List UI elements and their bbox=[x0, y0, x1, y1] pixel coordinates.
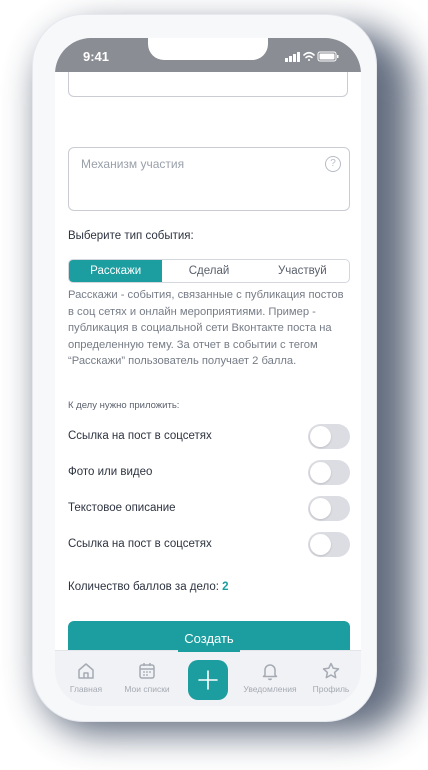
bell-icon bbox=[262, 664, 278, 681]
attach-label: К делу нужно приложить: bbox=[68, 400, 180, 411]
tab-uchastvuy[interactable]: Участвуй bbox=[256, 260, 349, 282]
plus-icon bbox=[198, 670, 218, 690]
signal-icon bbox=[285, 52, 300, 62]
attachment-row: Ссылка на пост в соцсетях bbox=[68, 532, 350, 558]
wifi-icon bbox=[303, 51, 315, 61]
event-type-description: Расскажи - события, связанные с публикац… bbox=[68, 289, 344, 367]
tab-profile[interactable]: Профиль bbox=[301, 651, 361, 694]
event-type-selector: Расскажи Сделай Участвуй bbox=[68, 259, 350, 283]
mechanism-textarea[interactable]: Механизм участия ? bbox=[68, 147, 350, 211]
status-time: 9:41 bbox=[83, 49, 110, 64]
attachment-toggle[interactable] bbox=[308, 496, 350, 521]
event-type-label: Выберите тип события: bbox=[68, 230, 194, 242]
tab-rasskazhi[interactable]: Расскажи bbox=[69, 260, 163, 282]
tab-home[interactable]: Главная bbox=[56, 651, 116, 694]
status-icons bbox=[285, 51, 339, 62]
toggle-knob bbox=[310, 462, 331, 483]
help-icon[interactable]: ? bbox=[325, 156, 341, 172]
tab-label: Мои списки bbox=[124, 684, 170, 694]
toggle-knob bbox=[310, 498, 331, 519]
tab-label: Главная bbox=[69, 684, 103, 694]
calendar-icon bbox=[139, 663, 155, 679]
tab-my-lists[interactable]: Мои списки bbox=[117, 651, 177, 694]
active-tab-indicator bbox=[178, 650, 240, 652]
attachment-row: Ссылка на пост в соцсетях bbox=[68, 424, 350, 450]
status-bar: 9:41 bbox=[55, 38, 361, 72]
tab-label: Профиль bbox=[312, 684, 350, 694]
add-event-button[interactable] bbox=[188, 660, 228, 700]
attachment-label: Текстовое описание bbox=[68, 502, 176, 514]
points-label: Количество баллов за дело: bbox=[68, 581, 219, 593]
app-screen: 9:41 Механизм участия ? Выберите тип соб… bbox=[55, 38, 361, 706]
points-value: 2 bbox=[222, 581, 229, 593]
attachment-row: Фото или видео bbox=[68, 460, 350, 486]
attachment-label: Ссылка на пост в соцсетях bbox=[68, 430, 212, 442]
attachment-toggle[interactable] bbox=[308, 532, 350, 557]
toggle-knob bbox=[310, 534, 331, 555]
notch bbox=[148, 38, 268, 60]
attachment-toggle[interactable] bbox=[308, 424, 350, 449]
tab-label: Уведомления bbox=[243, 684, 297, 694]
bottom-tab-bar: Главная Мои списки Уведомления Профиль bbox=[55, 650, 361, 706]
attachment-toggle[interactable] bbox=[308, 460, 350, 485]
star-icon bbox=[322, 662, 340, 679]
attachment-label: Фото или видео bbox=[68, 466, 153, 478]
points-line: Количество баллов за дело: 2 bbox=[68, 581, 229, 593]
attachment-label: Ссылка на пост в соцсетях bbox=[68, 538, 212, 550]
tab-notifications[interactable]: Уведомления bbox=[240, 651, 300, 694]
battery-icon bbox=[317, 51, 339, 62]
tab-sdelay[interactable]: Сделай bbox=[162, 260, 255, 282]
home-icon bbox=[78, 663, 94, 679]
toggle-knob bbox=[310, 426, 331, 447]
mechanism-placeholder: Механизм участия bbox=[81, 157, 185, 171]
attachment-row: Текстовое описание bbox=[68, 496, 350, 522]
